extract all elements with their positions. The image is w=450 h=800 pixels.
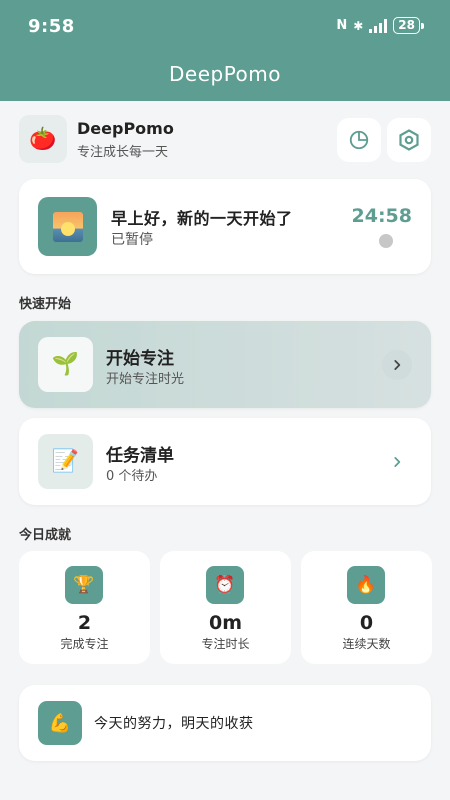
status-time: 9:58 xyxy=(28,16,75,37)
profile-tagline: 专注成长每一天 xyxy=(77,145,169,160)
motto-card: 💪 今天的努力，明天的收获 xyxy=(19,685,431,761)
timer-status-dot xyxy=(379,234,393,248)
stat-duration-card: ⏰ 0m 专注时长 xyxy=(160,551,291,664)
stat-streak-value: 0 xyxy=(359,612,374,634)
start-focus-title: 开始专注 xyxy=(106,349,174,369)
task-list-card[interactable]: 📝 任务清单 0 个待办 xyxy=(19,418,431,505)
profile-bar: 🍅 DeepPomo 专注成长每一天 xyxy=(19,115,431,163)
bluetooth-icon: ✱ xyxy=(353,18,364,33)
greeting-card[interactable]: 早上好，新的一天开始了 已暂停 24:58 xyxy=(19,179,431,274)
start-focus-chevron[interactable] xyxy=(382,350,412,380)
task-list-count: 0 个待办 xyxy=(106,469,158,484)
chevron-right-icon xyxy=(394,360,401,370)
motto-text: 今天的努力，明天的收获 xyxy=(94,716,254,732)
timer-status: 已暂停 xyxy=(111,232,153,248)
task-list-chevron[interactable] xyxy=(382,447,412,477)
app-title: DeepPomo xyxy=(168,62,281,86)
tomato-logo-icon: 🍅 xyxy=(19,115,67,163)
sunrise-icon xyxy=(38,197,97,256)
stat-streak-label: 连续天数 xyxy=(342,637,391,651)
hexagon-settings-icon xyxy=(399,129,419,151)
alarm-clock-icon: ⏰ xyxy=(206,566,244,604)
main-content: 🍅 DeepPomo 专注成长每一天 早上好，新的一天开始了 已暂停 24:58… xyxy=(0,101,450,800)
task-list-title: 任务清单 xyxy=(106,446,174,466)
pie-chart-icon xyxy=(349,130,369,150)
stat-completed-card: 🏆 2 完成专注 xyxy=(19,551,150,664)
flexed-arm-icon: 💪 xyxy=(38,701,82,745)
status-icons: N ✱ 28 xyxy=(336,17,424,34)
quick-start-heading: 快速开始 xyxy=(19,297,72,312)
fire-icon: 🔥 xyxy=(347,566,385,604)
stat-streak-card: 🔥 0 连续天数 xyxy=(301,551,432,664)
start-focus-card[interactable]: 🌱 开始专注 开始专注时光 xyxy=(19,321,431,408)
greeting-text: 早上好，新的一天开始了 xyxy=(111,209,293,228)
statistics-button[interactable] xyxy=(337,118,381,162)
today-achievements-heading: 今日成就 xyxy=(19,528,72,543)
profile-name: DeepPomo xyxy=(77,119,174,138)
trophy-icon: 🏆 xyxy=(65,566,103,604)
battery-icon: 28 xyxy=(393,17,424,34)
timer-display: 24:58 xyxy=(351,205,412,227)
app-header: 9:58 N ✱ 28 DeepPomo xyxy=(0,0,450,101)
stat-completed-label: 完成专注 xyxy=(60,637,109,651)
memo-icon: 📝 xyxy=(38,434,93,489)
stat-completed-value: 2 xyxy=(77,612,92,634)
start-focus-subtitle: 开始专注时光 xyxy=(106,372,185,387)
seedling-icon: 🌱 xyxy=(38,337,93,392)
signal-icon xyxy=(369,18,388,33)
chevron-right-icon xyxy=(394,457,401,467)
stat-duration-label: 专注时长 xyxy=(201,637,250,651)
nfc-icon: N xyxy=(336,18,348,33)
settings-button[interactable] xyxy=(387,118,431,162)
stat-duration-value: 0m xyxy=(208,612,243,634)
